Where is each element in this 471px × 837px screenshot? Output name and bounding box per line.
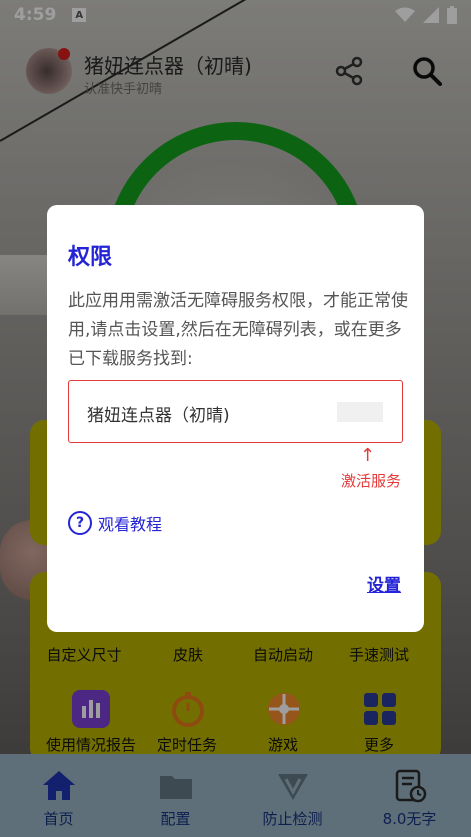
service-toggle[interactable] — [337, 402, 383, 422]
settings-button[interactable]: 设置 — [367, 571, 401, 596]
bottom-nav: 首页 配置 防止检测 8.0无字 — [0, 754, 471, 837]
v-shield-icon — [278, 774, 308, 800]
dialog-title: 权限 — [68, 245, 113, 270]
home-icon — [43, 771, 75, 800]
nav-home[interactable]: 首页 — [0, 754, 117, 837]
permission-dialog: 权限 此应用用需激活无障碍服务权限，才能正常使用,请点击设置,然后在无障碍列表，… — [47, 205, 424, 632]
folder-icon — [160, 776, 192, 799]
nav-config[interactable]: 配置 — [117, 754, 234, 837]
nav-anti-detect-label: 防止检测 — [262, 810, 323, 828]
activate-service-label: 激活服务 — [341, 472, 402, 490]
service-entry[interactable]: 猪妞连点器（初晴) — [68, 380, 403, 443]
nav-anti-detect[interactable]: 防止检测 — [234, 754, 351, 837]
nav-no-text[interactable]: 8.0无字 — [351, 754, 468, 837]
watch-tutorial-link[interactable]: ? 观看教程 — [68, 511, 162, 535]
help-icon: ? — [68, 511, 92, 535]
arrow-up-icon: ↑ — [360, 445, 376, 466]
nav-no-text-label: 8.0无字 — [382, 810, 437, 828]
dialog-message: 此应用用需激活无障碍服务权限，才能正常使用,请点击设置,然后在无障碍列表，或在更… — [68, 291, 408, 369]
service-name: 猪妞连点器（初晴) — [87, 406, 230, 426]
watch-tutorial-label: 观看教程 — [98, 515, 163, 534]
nav-config-label: 配置 — [160, 810, 191, 828]
nav-home-label: 首页 — [43, 810, 74, 828]
document-clock-icon — [395, 769, 427, 803]
